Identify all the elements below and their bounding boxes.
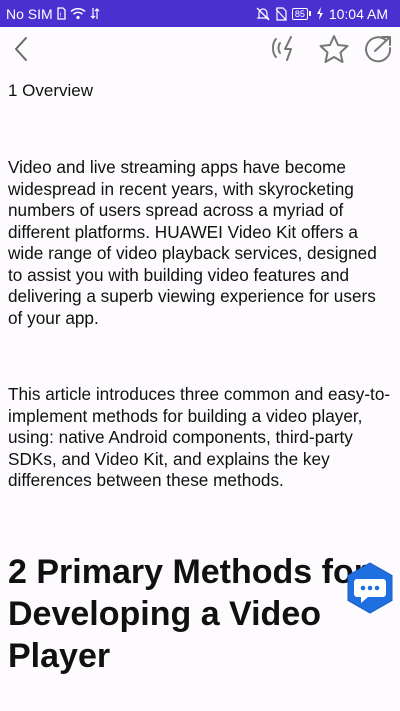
carrier-label: No SIM [6,5,53,22]
share-button[interactable] [362,35,394,67]
battery-indicator: 85 [291,7,311,20]
mute-bell-icon [256,7,270,21]
wifi-icon [70,7,86,20]
heading-line: Developing a Video [8,595,322,633]
article-paragraph: This article introduces three common and… [8,384,391,490]
article-toolbar [0,27,400,75]
section-heading-primary-methods: 2 Primary Methods for Developing a Video… [8,551,392,677]
heading-line: 2 Primary Methods for [8,553,367,591]
article-paragraph: Video and live streaming apps have becom… [8,157,377,328]
text-to-speech-icon [268,34,300,68]
battery-level: 85 [291,7,308,20]
back-arrow-icon [12,36,32,66]
battery-tip [308,11,311,16]
read-aloud-button[interactable] [268,35,300,67]
sim-card-icon: ! [57,7,66,20]
no-sim-icon [275,6,287,21]
status-bar: No SIM ! 85 10:04 AM [0,0,400,27]
article-content: 1 Overview Video and live streaming apps… [8,78,392,675]
chat-support-button[interactable] [344,561,396,617]
status-right: 85 10:04 AM [256,6,388,22]
status-time: 10:04 AM [328,5,388,22]
star-icon [318,34,350,68]
back-button[interactable] [6,35,38,67]
status-left: No SIM ! [6,6,100,22]
section-title-overview: 1 Overview [8,81,94,100]
charging-icon [316,7,324,20]
share-icon [362,34,394,68]
network-activity-icon [90,7,100,20]
chat-bubble-icon [344,562,396,621]
svg-text:!: ! [59,12,61,19]
heading-line: Player [8,637,111,675]
favorite-button[interactable] [318,35,350,67]
